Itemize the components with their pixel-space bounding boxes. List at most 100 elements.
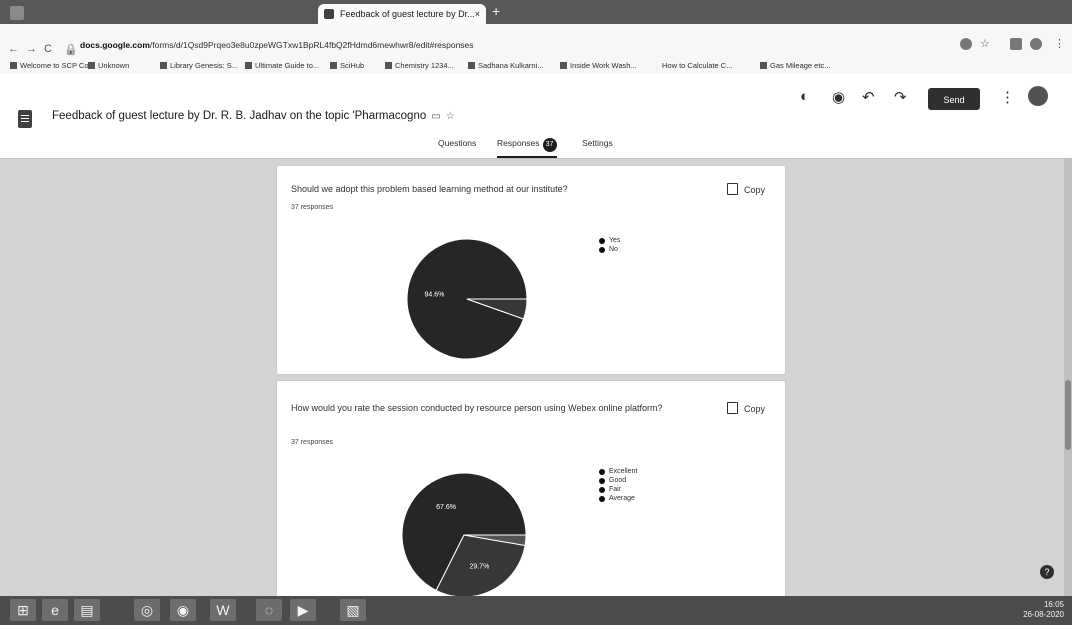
tab-settings[interactable]: Settings [582, 138, 613, 148]
bookmark-item[interactable]: How to Calculate C... [662, 61, 732, 70]
google-forms-icon[interactable] [18, 110, 32, 128]
pie-slice-label: 67.6% [436, 504, 456, 511]
question-text: How would you rate the session conducted… [291, 403, 663, 413]
bookmark-item[interactable]: Welcome to SCP Co... [10, 61, 95, 70]
window-menu-icon[interactable] [10, 6, 24, 20]
legend-item[interactable]: Average [599, 495, 637, 502]
legend-label: Fair [609, 486, 622, 493]
response-count: 37 responses [291, 204, 334, 211]
clock-time: 16:05 [1043, 600, 1064, 609]
copy-chart-button[interactable]: Copy [726, 183, 765, 195]
file-explorer-icon[interactable]: ▤ [74, 599, 100, 621]
bookmark-item[interactable]: Library Genesis: S... [160, 61, 238, 70]
copy-label: Copy [743, 185, 765, 195]
tab-strip: Feedback of guest lecture by Dr... × + [0, 0, 1072, 24]
bookmark-item[interactable]: Chemistry 1234... [385, 61, 454, 70]
pie-chart: 67.6% 29.7% [401, 472, 527, 596]
legend-item[interactable]: Fair [599, 486, 637, 493]
avatar[interactable] [1028, 86, 1048, 106]
internet-explorer-icon[interactable]: e [42, 599, 68, 621]
legend-label: Average [609, 495, 635, 502]
tab-responses[interactable]: Responses 37 [497, 138, 557, 158]
lock-icon: 🔒 [64, 44, 78, 56]
form-title[interactable]: Feedback of guest lecture by Dr. R. B. J… [52, 110, 455, 122]
pie-slice-label: 29.7% [469, 563, 489, 570]
url-field[interactable]: docs.google.com/forms/d/1Qsd9Prqeo3e8u0z… [80, 40, 930, 54]
legend-item[interactable]: No [599, 246, 620, 253]
forward-icon[interactable]: → [26, 43, 37, 55]
back-icon[interactable]: ← [8, 43, 19, 55]
bookmark-item[interactable]: Gas Mileage etc... [760, 61, 830, 70]
pie-slice-label: 94.6% [425, 291, 445, 298]
question-text: Should we adopt this problem based learn… [291, 184, 568, 194]
media-icon[interactable]: ▶ [290, 599, 316, 621]
legend-label: Excellent [609, 468, 638, 475]
folder-icon[interactable]: ▭ [431, 111, 440, 122]
new-tab-icon[interactable]: + [492, 3, 500, 19]
legend-item[interactable]: Excellent [599, 468, 637, 475]
bookmarks-bar: Welcome to SCP Co... Unknown Library Gen… [0, 58, 1072, 74]
app-icon[interactable]: ◎ [134, 599, 160, 621]
copy-icon [726, 402, 738, 414]
url-path: /forms/d/1Qsd9Prqeo3e8u0zpeWGTxw1BpRL4fb… [149, 40, 474, 50]
chrome-taskbar-icon[interactable]: ◉ [170, 599, 196, 621]
forms-header: Feedback of guest lecture by Dr. R. B. J… [0, 74, 1072, 159]
legend-label: No [609, 246, 618, 253]
more-options-icon[interactable]: ⋮ [1000, 88, 1015, 106]
legend-dot-icon [599, 237, 605, 244]
legend-dot-icon [599, 486, 605, 493]
bookmark-item[interactable]: Sadhana Kulkarni... [468, 61, 543, 70]
start-windows-icon[interactable]: ⊞ [10, 599, 36, 621]
send-button[interactable]: Send [928, 88, 980, 110]
copy-chart-button[interactable]: Copy [726, 402, 765, 414]
forms-favicon-icon [324, 9, 334, 19]
tab-search-icon[interactable] [1010, 38, 1022, 50]
scrollbar-track[interactable] [1064, 159, 1072, 596]
pie-chart: 94.6% [406, 238, 528, 360]
reload-icon[interactable]: C [44, 43, 52, 55]
copy-label: Copy [743, 404, 765, 414]
bookmark-item[interactable]: Unknown [88, 61, 129, 70]
address-bar-row: ← → C 🔒 docs.google.com/forms/d/1Qsd9Prq… [0, 24, 1072, 60]
response-count: 37 responses [291, 439, 334, 446]
legend-dot-icon [599, 468, 605, 475]
extension-icon[interactable] [960, 38, 972, 50]
legend-item[interactable]: Good [599, 477, 637, 484]
preview-eye-icon[interactable]: ◉ [832, 88, 845, 106]
bookmark-item[interactable]: Inside Work Wash... [560, 61, 637, 70]
browser-tab-title: Feedback of guest lecture by Dr... [340, 9, 475, 19]
legend-label: Yes [609, 237, 621, 244]
legend-dot-icon [599, 246, 605, 253]
chrome-menu-icon[interactable]: ⋮ [1054, 37, 1065, 50]
chart-legend: Excellent Good Fair Average [599, 468, 637, 504]
undo-icon[interactable]: ↶ [862, 88, 875, 106]
bookmark-item[interactable]: Ultimate Guide to... [245, 61, 319, 70]
legend-dot-icon [599, 477, 605, 484]
profile-icon[interactable] [1030, 38, 1042, 50]
browser-tab-active[interactable]: Feedback of guest lecture by Dr... × [318, 4, 486, 24]
bookmark-item[interactable]: SciHub [330, 61, 364, 70]
tab-responses-label: Responses [497, 138, 540, 148]
system-clock[interactable]: 16:05 26-08-2020 [1023, 600, 1064, 620]
tab-questions[interactable]: Questions [438, 138, 476, 148]
palette-icon[interactable]: ◐ [800, 88, 809, 105]
windows-taskbar: ⊞ e ▤ ◎ ◉ W ◌ ▶ ▧ 16:05 26-08-2020 [0, 596, 1072, 625]
scrollbar-thumb[interactable] [1065, 380, 1071, 450]
responses-panel[interactable]: Should we adopt this problem based learn… [0, 159, 1072, 596]
image-viewer-icon[interactable]: ▧ [340, 599, 366, 621]
responses-count-badge: 37 [542, 138, 557, 152]
close-tab-icon[interactable]: × [475, 4, 480, 24]
chrome-window-icon[interactable]: ◌ [256, 599, 282, 621]
url-domain: docs.google.com [80, 40, 150, 50]
redo-icon[interactable]: ↷ [894, 88, 907, 106]
question-card: How would you rate the session conducted… [276, 380, 786, 596]
clock-date: 26-08-2020 [1023, 610, 1064, 619]
help-icon[interactable]: ? [1040, 565, 1054, 579]
word-icon[interactable]: W [210, 599, 236, 621]
legend-item[interactable]: Yes [599, 237, 620, 244]
question-card: Should we adopt this problem based learn… [276, 165, 786, 375]
legend-label: Good [609, 477, 627, 484]
chart-legend: Yes No [599, 237, 620, 255]
star-icon[interactable]: ☆ [446, 111, 455, 122]
star-icon[interactable]: ☆ [980, 37, 990, 50]
